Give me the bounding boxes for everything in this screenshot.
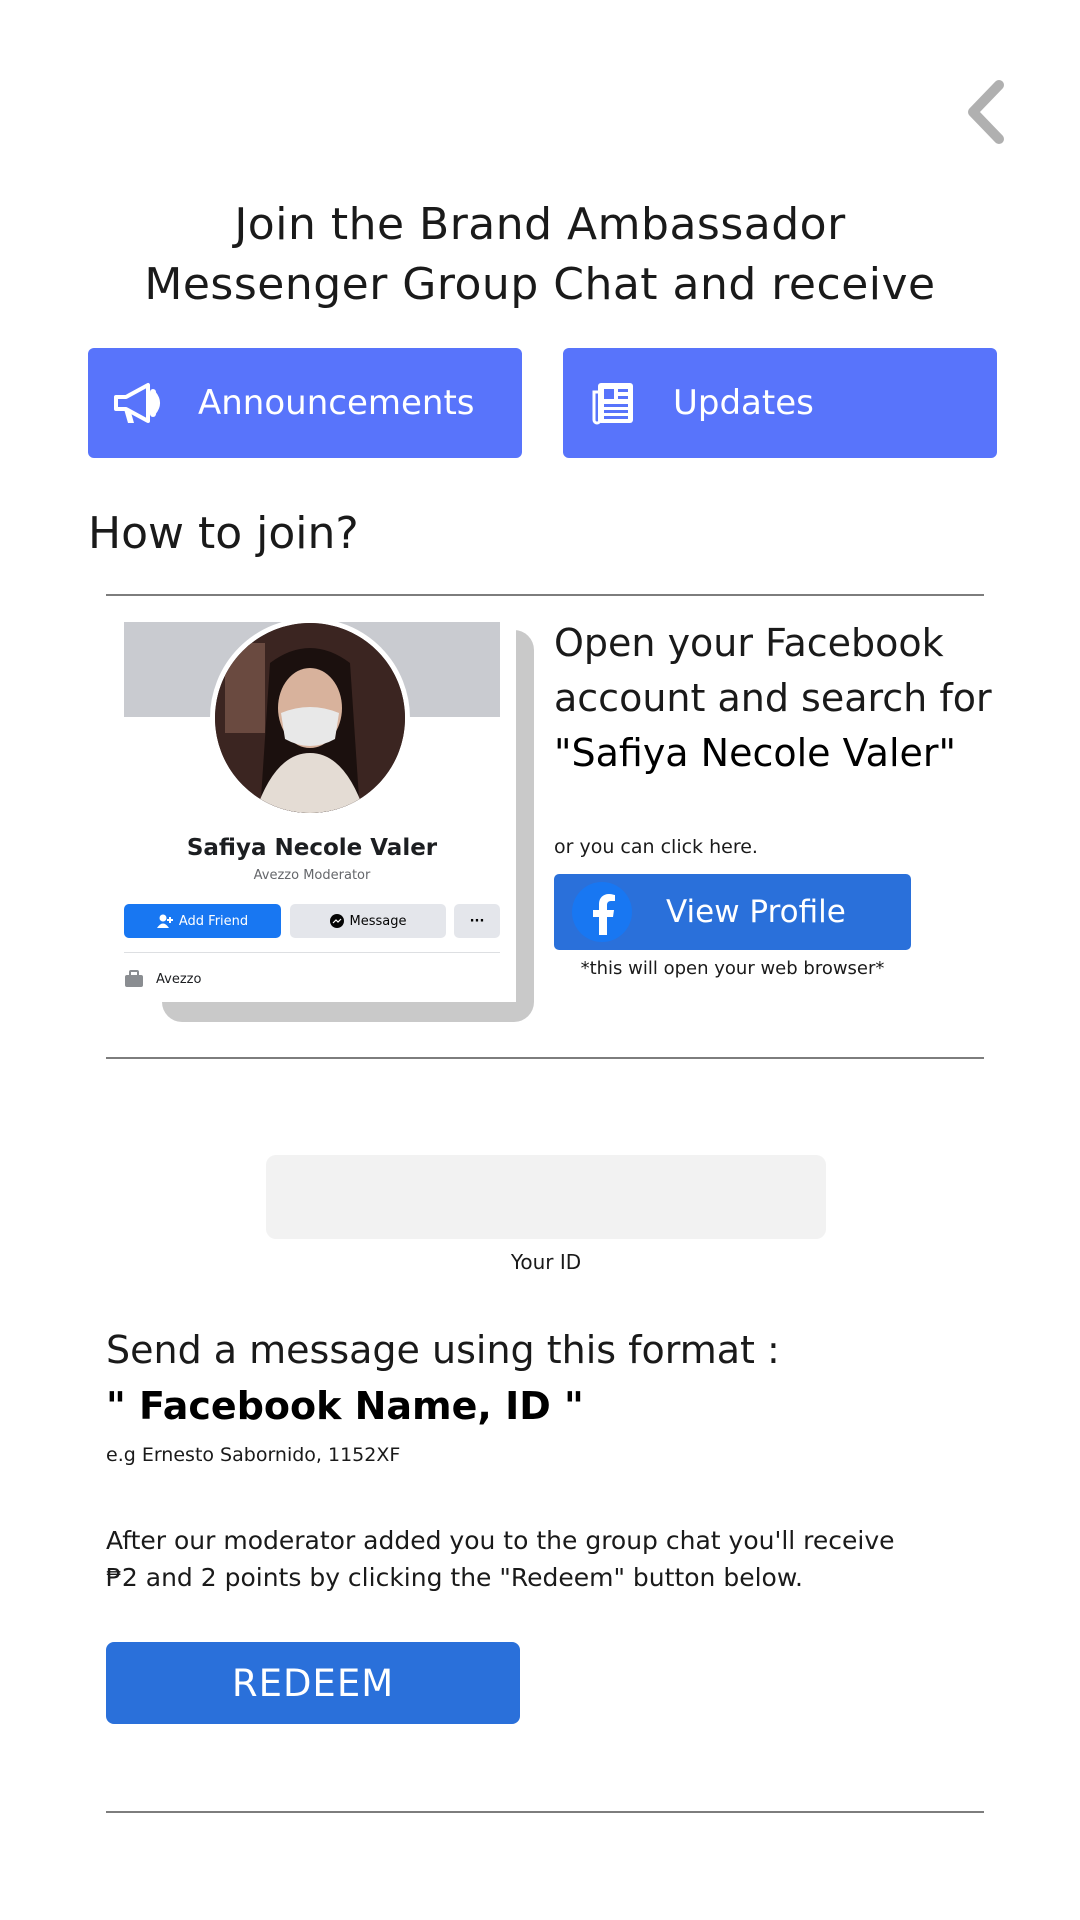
updates-tag: Updates xyxy=(563,348,997,458)
messenger-icon xyxy=(329,914,344,928)
send-message-instruction: Send a message using this format : xyxy=(106,1328,780,1372)
briefcase-icon xyxy=(125,970,143,987)
add-friend-button: Add Friend xyxy=(124,904,281,938)
instruction-line-1: Open your Facebook xyxy=(554,621,944,665)
click-here-text: or you can click here. xyxy=(554,836,758,858)
add-friend-label: Add Friend xyxy=(178,913,249,929)
card-divider xyxy=(124,952,500,953)
search-name: "Safiya Necole Valer" xyxy=(554,731,957,775)
your-id-label: Your ID xyxy=(510,1250,582,1274)
chevron-left-icon xyxy=(968,80,1004,144)
message-format: " Facebook Name, ID " xyxy=(106,1384,584,1428)
work-row: Avezzo xyxy=(124,970,201,988)
divider xyxy=(106,1057,984,1059)
newspaper-icon xyxy=(583,373,643,433)
instruction-line-2: account and search for xyxy=(554,676,992,720)
page-title: Join the Brand Ambassador Messenger Grou… xyxy=(80,195,1000,315)
format-example: e.g Ernesto Sabornido, 1152XF xyxy=(106,1444,401,1466)
message-button: Message xyxy=(290,904,446,938)
profile-subtitle: Avezzo Moderator xyxy=(253,868,371,883)
how-to-join-heading: How to join? xyxy=(88,508,359,559)
message-label: Message xyxy=(349,913,407,929)
search-instruction: Open your Facebook account and search fo… xyxy=(554,616,1034,781)
announcements-label: Announcements xyxy=(198,383,475,423)
more-button: ··· xyxy=(454,904,500,938)
your-id-field[interactable] xyxy=(266,1155,826,1239)
work-label: Avezzo xyxy=(156,971,202,987)
divider xyxy=(106,594,984,596)
profile-name: Safiya Necole Valer xyxy=(186,835,438,861)
title-line-2: Messenger Group Chat and receive xyxy=(144,259,936,310)
title-line-1: Join the Brand Ambassador xyxy=(234,199,846,250)
back-button[interactable] xyxy=(955,72,1015,152)
add-person-icon xyxy=(156,914,173,928)
reward-text: After our moderator added you to the gro… xyxy=(106,1522,1006,1596)
divider xyxy=(106,1811,984,1813)
browser-note: *this will open your web browser* xyxy=(580,958,885,979)
facebook-icon xyxy=(572,882,632,942)
reward-line-1: After our moderator added you to the gro… xyxy=(106,1526,895,1555)
updates-label: Updates xyxy=(673,383,814,423)
reward-line-2: ₱2 and 2 points by clicking the "Redeem"… xyxy=(106,1563,803,1592)
view-profile-button[interactable]: View Profile xyxy=(554,874,911,950)
avatar xyxy=(210,618,410,818)
redeem-button[interactable]: REDEEM xyxy=(106,1642,520,1724)
view-profile-label: View Profile xyxy=(666,894,846,930)
announcements-tag: Announcements xyxy=(88,348,522,458)
megaphone-icon xyxy=(108,373,168,433)
